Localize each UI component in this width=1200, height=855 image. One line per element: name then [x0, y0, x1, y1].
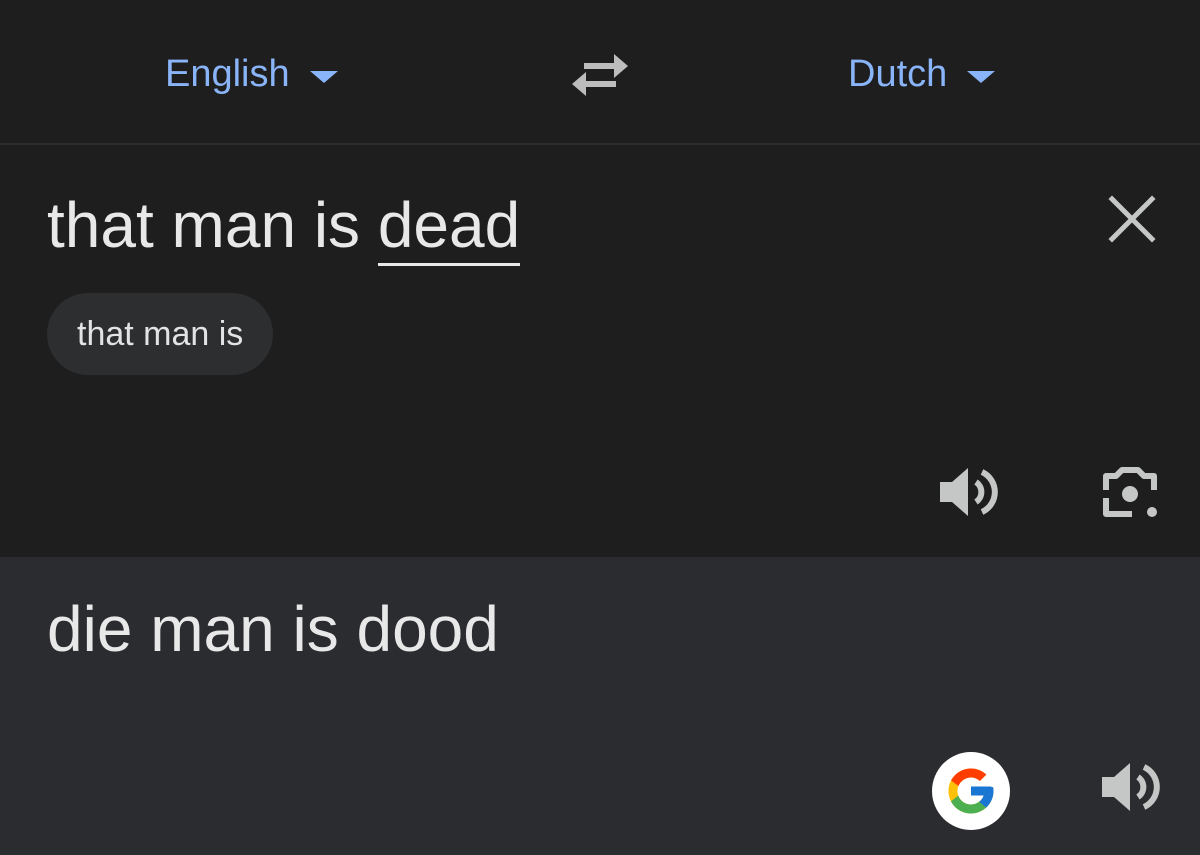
close-icon: [1108, 195, 1156, 243]
suggestion-chip[interactable]: that man is: [47, 293, 274, 375]
listen-translation-button[interactable]: [1098, 755, 1162, 819]
source-language-selector[interactable]: English: [165, 48, 338, 100]
source-text: that man is: [47, 189, 378, 261]
translation-panel: die man is dood: [0, 557, 1200, 855]
chevron-down-icon: [309, 71, 338, 83]
source-text-input[interactable]: that man is dead: [47, 185, 521, 266]
camera-lens-icon: [1103, 467, 1157, 517]
google-search-button[interactable]: [932, 752, 1010, 830]
swap-languages-button[interactable]: [568, 48, 632, 102]
target-language-label: Dutch: [848, 52, 948, 95]
google-g-icon: [948, 768, 994, 814]
source-language-label: English: [165, 52, 290, 95]
underlined-word[interactable]: dead: [377, 189, 521, 266]
suggestion-label: that man is: [77, 314, 244, 353]
source-panel: that man is dead that man is: [0, 145, 1200, 557]
translate-app: English Dutch that man is dead that man …: [0, 0, 1200, 855]
language-bar: English Dutch: [0, 0, 1200, 145]
clear-button[interactable]: [1104, 191, 1160, 247]
chevron-down-icon: [967, 71, 996, 83]
camera-translate-button[interactable]: [1098, 460, 1162, 524]
target-language-selector[interactable]: Dutch: [848, 48, 996, 100]
swap-arrows-icon: [572, 54, 628, 96]
speaker-icon: [1102, 763, 1160, 811]
listen-source-button[interactable]: [936, 460, 1000, 524]
speaker-icon: [940, 468, 998, 516]
translation-text: die man is dood: [47, 593, 499, 665]
